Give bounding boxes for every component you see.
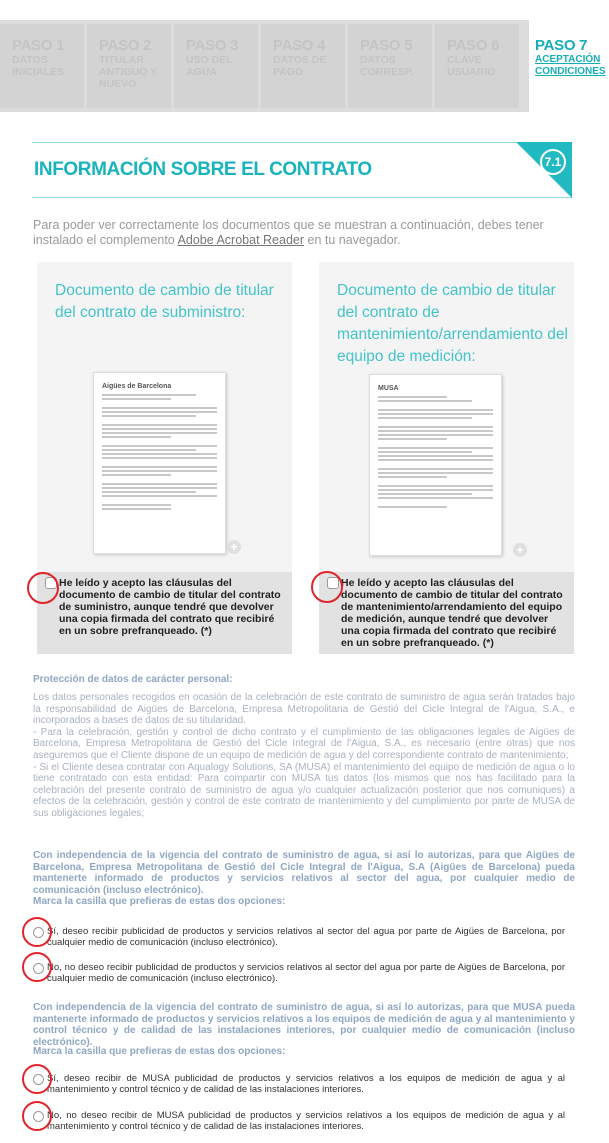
musa-yes-radio[interactable] (33, 1074, 44, 1085)
consent-musa-text: Con independencia de la vigencia del con… (33, 1002, 575, 1048)
data-protection-title: Protección de datos de carácter personal… (33, 674, 233, 685)
step-number: PASO 5 (360, 37, 413, 54)
zoom-plus-icon[interactable]: + (513, 543, 527, 557)
step-label: CLAVE USUARIO (447, 54, 496, 78)
step-label: DATOS INICIALES (12, 54, 64, 78)
accept-box: He leído y acepto las cláusulas del docu… (319, 572, 574, 654)
step-label: USO DEL AGUA (186, 54, 233, 78)
accept-text: He leído y acepto las cláusulas del docu… (341, 577, 563, 649)
section-number-badge: 7.1 (540, 149, 566, 175)
step-4: PASO 4 DATOS DE PAGO (261, 24, 345, 108)
step-label: DATOS CORRESP. (360, 54, 414, 78)
section-header: INFORMACIÓN SOBRE EL CONTRATO 7.1 (32, 142, 572, 198)
intro-after: en tu navegador. (304, 233, 401, 247)
choose-option-label: Marca la casilla que prefieras de estas … (33, 896, 286, 907)
document-panel-maintenance: Documento de cambio de titular del contr… (311, 262, 574, 654)
step-number: PASO 1 (12, 37, 65, 54)
page-title: INFORMACIÓN SOBRE EL CONTRATO (34, 159, 372, 180)
step-number: PASO 7 (535, 37, 588, 54)
document-thumbnail[interactable]: Aigües de Barcelona (93, 372, 226, 554)
option-text: No, no deseo recibir publicidad de produ… (47, 962, 565, 984)
step-3: PASO 3 USO DEL AGUA (174, 24, 258, 108)
aigues-yes-radio[interactable] (33, 927, 44, 938)
data-protection-text: Los datos personales recogidos en ocasió… (33, 692, 575, 819)
steps-bar: PASO 1 DATOS INICIALES PASO 2 TITULAR AN… (0, 20, 609, 112)
document-title: Documento de cambio de titular del contr… (55, 282, 274, 321)
step-number: PASO 3 (186, 37, 239, 54)
acrobat-reader-link[interactable]: Adobe Acrobat Reader (178, 233, 304, 247)
document-panel-supply: Documento de cambio de titular del contr… (27, 262, 292, 654)
step-2: PASO 2 TITULAR ANTIGUO Y NUEVO (87, 24, 171, 108)
accept-box: He leído y acepto las cláusulas del docu… (37, 572, 292, 654)
consent-aigues-text: Con independencia de la vigencia del con… (33, 850, 575, 896)
accept-supply-checkbox[interactable] (45, 577, 57, 589)
option-text: Sí, deseo recibir publicidad de producto… (47, 926, 565, 948)
step-label[interactable]: ACEPTACIÓN CONDICIONES (535, 54, 609, 78)
step-1: PASO 1 DATOS INICIALES (0, 24, 84, 108)
step-number: PASO 6 (447, 37, 500, 54)
document-logo: Aigües de Barcelona (102, 383, 172, 390)
option-text: No, no deseo recibir de MUSA publicidad … (47, 1110, 565, 1132)
document-thumbnail[interactable]: MUSA (369, 374, 502, 556)
step-label: TITULAR ANTIGUO Y NUEVO (99, 54, 157, 90)
step-7-active[interactable]: PASO 7 ACEPTACIÓN CONDICIONES (529, 20, 609, 112)
zoom-plus-icon[interactable]: + (227, 540, 241, 554)
step-5: PASO 5 DATOS CORRESP. (348, 24, 432, 108)
aigues-no-radio[interactable] (33, 963, 44, 974)
step-number: PASO 2 (99, 37, 152, 54)
step-label: DATOS DE PAGO (273, 54, 327, 78)
musa-no-radio[interactable] (33, 1111, 44, 1122)
choose-option-label: Marca la casilla que prefieras de estas … (33, 1046, 286, 1057)
intro-text: Para poder ver correctamente los documen… (33, 218, 575, 248)
accept-maintenance-checkbox[interactable] (327, 577, 339, 589)
document-logo: MUSA (378, 385, 399, 392)
document-title: Documento de cambio de titular del contr… (337, 282, 568, 365)
accept-text: He leído y acepto las cláusulas del docu… (59, 577, 281, 637)
step-6: PASO 6 CLAVE USUARIO (435, 24, 519, 108)
option-text: Sí, deseo recibir de MUSA publicidad de … (47, 1073, 565, 1095)
step-number: PASO 4 (273, 37, 326, 54)
